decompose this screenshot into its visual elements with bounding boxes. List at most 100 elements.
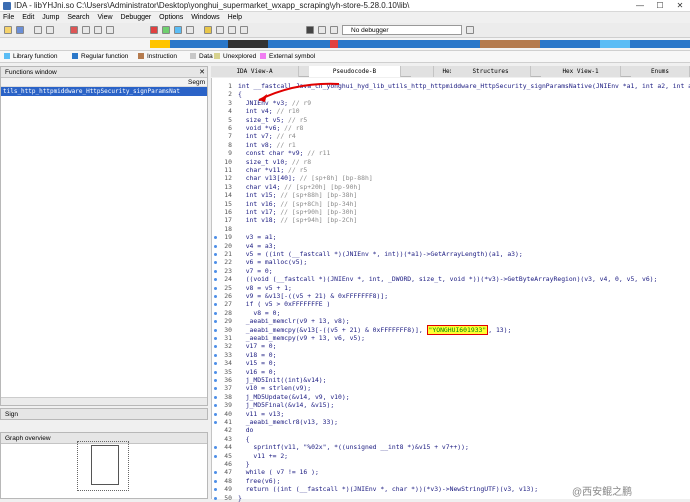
menu-windows[interactable]: Windows — [188, 12, 222, 23]
menu-edit[interactable]: Edit — [19, 12, 37, 23]
forward-icon[interactable] — [46, 26, 54, 34]
close-icon[interactable]: ✕ — [199, 67, 205, 78]
save-icon[interactable] — [16, 26, 24, 34]
breakpoint-dot-icon[interactable] — [214, 370, 217, 374]
code-line[interactable]: 37 v10 = strlen(v9); — [212, 384, 690, 392]
step-icon[interactable] — [330, 26, 338, 34]
breakpoint-dot-icon[interactable] — [214, 362, 217, 366]
menu-file[interactable]: File — [0, 12, 17, 23]
code-line[interactable]: 31 _aeabi_memcpy(v9 + 13, v6, v5); — [212, 334, 690, 342]
code-line[interactable]: 22 v6 = malloc(v5); — [212, 258, 690, 266]
code-line[interactable]: 32 v17 = 0; — [212, 342, 690, 350]
tab-structures[interactable]: Structures — [451, 66, 531, 77]
code-line[interactable]: 33 v18 = 0; — [212, 351, 690, 359]
breakpoint-dot-icon[interactable] — [214, 244, 217, 248]
code-line[interactable]: 36 j_MD5Init((int)&v14); — [212, 376, 690, 384]
breakpoint-dot-icon[interactable] — [214, 353, 217, 357]
menu-options[interactable]: Options — [156, 12, 186, 23]
code-line[interactable]: 25 v8 = v5 + 1; — [212, 284, 690, 292]
code-line[interactable]: 4 int v4; // r10 — [212, 107, 690, 115]
breakpoint-dot-icon[interactable] — [214, 278, 217, 282]
breakpoint-dot-icon[interactable] — [214, 404, 217, 408]
code-line[interactable]: 34 v15 = 0; — [212, 359, 690, 367]
tab-ida-view-a[interactable]: IDA View-A — [211, 66, 299, 77]
code-line[interactable]: 45 v11 += 2; — [212, 452, 690, 460]
breakpoint-dot-icon[interactable] — [214, 488, 217, 492]
menu-view[interactable]: View — [94, 12, 115, 23]
debugger-dropdown-icon[interactable] — [466, 26, 474, 34]
code-line[interactable]: 41 _aeabi_memclr8(v13, 33); — [212, 418, 690, 426]
code-line[interactable]: 14 int v15; // [sp+88h] [bp-38h] — [212, 191, 690, 199]
debugger-select[interactable]: No debugger — [342, 25, 462, 35]
play-icon[interactable] — [306, 26, 314, 34]
breakpoint-dot-icon[interactable] — [214, 454, 217, 458]
code-line[interactable]: 30 _aeabi_memcpy(&v13[-((v5 + 21) & 0xFF… — [212, 324, 690, 335]
search-icon[interactable] — [106, 26, 114, 34]
pause-icon[interactable] — [318, 26, 326, 34]
code-line[interactable]: 15 int v16; // [sp+8Ch] [bp-34h] — [212, 200, 690, 208]
code-line[interactable]: 42 do — [212, 426, 690, 434]
data-icon[interactable] — [174, 26, 182, 34]
breakpoint-dot-icon[interactable] — [214, 320, 217, 324]
maximize-button[interactable]: ☐ — [650, 0, 670, 12]
breakpoint-dot-icon[interactable] — [214, 387, 217, 391]
code-line[interactable]: 27 if ( v5 > 0xFFFFFFFE ) — [212, 300, 690, 308]
graph-icon[interactable] — [228, 26, 236, 34]
tab-pseudocode-b[interactable]: Pseudocode-B — [309, 66, 401, 77]
breakpoint-dot-icon[interactable] — [214, 337, 217, 340]
function-icon[interactable] — [204, 26, 212, 34]
breakpoint-dot-icon[interactable] — [214, 345, 217, 349]
code-line[interactable]: 40 v11 = v13; — [212, 410, 690, 418]
menu-debugger[interactable]: Debugger — [117, 12, 154, 23]
code-line[interactable]: 38 j_MD5Update(&v14, v9, v10); — [212, 393, 690, 401]
code-line[interactable]: 43 { — [212, 435, 690, 443]
code-line[interactable]: 21 v5 = ((int (__fastcall *)(JNIEnv *, i… — [212, 250, 690, 258]
code-line[interactable]: 18 — [212, 225, 690, 233]
code-line[interactable]: 7 int v7; // r4 — [212, 132, 690, 140]
breakpoint-dot-icon[interactable] — [214, 286, 217, 290]
breakpoint-dot-icon[interactable] — [214, 328, 217, 332]
bookmark-icon[interactable] — [150, 26, 158, 34]
breakpoint-dot-icon[interactable] — [214, 395, 217, 399]
code-line[interactable]: 39 j_MD5Final(&v14, &v15); — [212, 401, 690, 409]
patch-icon[interactable] — [240, 26, 248, 34]
code-line[interactable]: 44 sprintf(v11, "%02x", *((unsigned __in… — [212, 443, 690, 451]
struct-icon[interactable] — [186, 26, 194, 34]
code-line[interactable]: 16 int v17; // [sp+90h] [bp-30h] — [212, 208, 690, 216]
breakpoint-dot-icon[interactable] — [214, 379, 217, 382]
code-line[interactable]: 9 const char *v9; // r11 — [212, 149, 690, 157]
segment-column-header[interactable]: Segm — [1, 78, 207, 87]
breakpoint-dot-icon[interactable] — [214, 269, 217, 273]
breakpoint-dot-icon[interactable] — [214, 479, 217, 483]
code-line[interactable]: 11 char *v11; // r5 — [212, 166, 690, 174]
minimize-button[interactable]: — — [630, 0, 650, 12]
navigation-band[interactable] — [0, 38, 690, 51]
code-line[interactable]: 28 v8 = 0; — [212, 309, 690, 317]
code-line[interactable]: 6 void *v6; // r8 — [212, 124, 690, 132]
pseudocode-view[interactable]: 1 int __fastcall Java_cn_yonghui_hyd_lib_… — [211, 78, 690, 502]
breakpoint-dot-icon[interactable] — [214, 236, 217, 240]
breakpoint-dot-icon[interactable] — [214, 471, 217, 475]
breakpoint-dot-icon[interactable] — [214, 496, 217, 500]
back-icon[interactable] — [34, 26, 42, 34]
code-icon[interactable] — [162, 26, 170, 34]
breakpoint-dot-icon[interactable] — [214, 446, 217, 450]
breakpoint-dot-icon[interactable] — [214, 253, 217, 256]
code-line[interactable]: 23 v7 = 0; — [212, 267, 690, 275]
open-icon[interactable] — [4, 26, 12, 34]
stop-icon[interactable] — [70, 26, 78, 34]
code-line[interactable]: 10 size_t v10; // r8 — [212, 158, 690, 166]
hex-icon[interactable] — [82, 26, 90, 34]
menu-jump[interactable]: Jump — [39, 12, 62, 23]
xref-icon[interactable] — [216, 26, 224, 34]
code-line[interactable]: 5 size_t v5; // r5 — [212, 116, 690, 124]
code-line[interactable]: 19 v3 = a1; — [212, 233, 690, 241]
breakpoint-dot-icon[interactable] — [214, 261, 217, 265]
code-line[interactable]: 8 int v8; // r1 — [212, 141, 690, 149]
code-line[interactable]: 17 int v18; // [sp+94h] [bp-2Ch] — [212, 216, 690, 224]
close-button[interactable]: ✕ — [670, 0, 690, 12]
code-line[interactable]: 24 ((void (__fastcall *)(JNIEnv *, int, … — [212, 275, 690, 283]
horizontal-scrollbar[interactable] — [1, 397, 207, 405]
text-icon[interactable] — [94, 26, 102, 34]
code-line[interactable]: 12 char v13[40]; // [sp+8h] [bp-88h] — [212, 174, 690, 182]
